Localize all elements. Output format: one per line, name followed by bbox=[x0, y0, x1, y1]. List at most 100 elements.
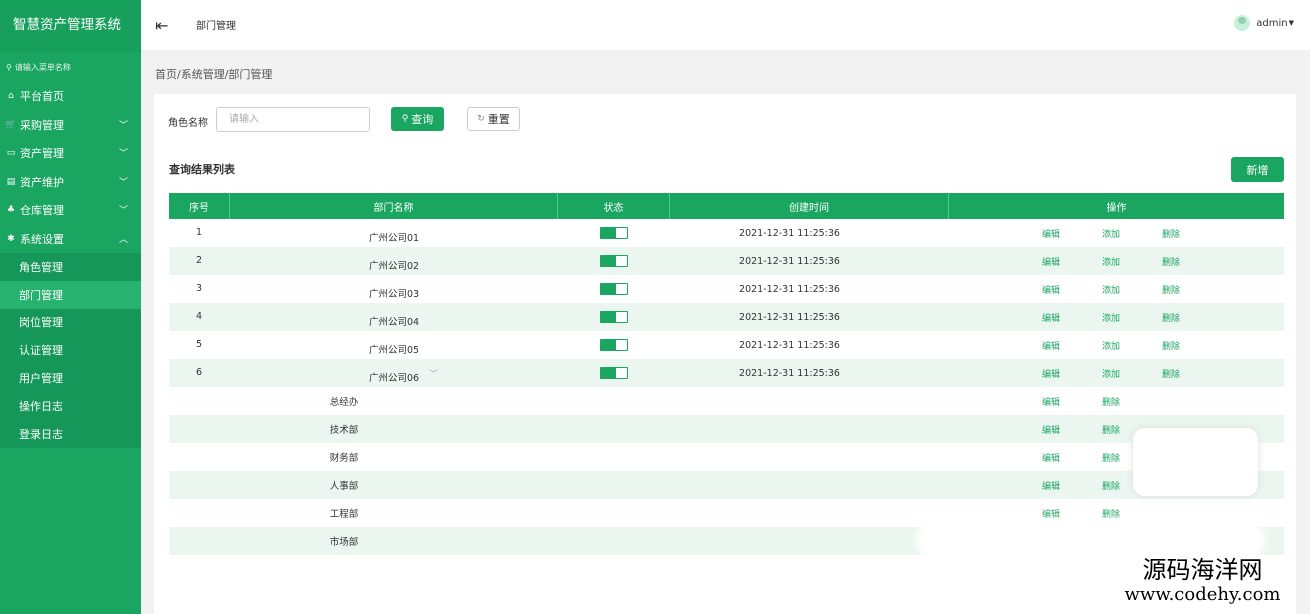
table-row: 4 广州公司04 2021-12-31 11:25:36 编辑 添加 删除 bbox=[169, 303, 1284, 331]
add-button[interactable]: 新增 bbox=[1231, 157, 1284, 182]
add-link[interactable]: 添加 bbox=[1102, 255, 1120, 268]
delete-link[interactable]: 删除 bbox=[1102, 395, 1120, 408]
status-toggle[interactable] bbox=[600, 255, 628, 267]
reset-button[interactable]: ↻ 重置 bbox=[467, 107, 520, 131]
sidebar-item-3[interactable]: ▤ 资产维护 ﹀ bbox=[0, 168, 141, 197]
status-toggle[interactable] bbox=[600, 283, 628, 295]
child-dept-name: 技术部 bbox=[329, 425, 359, 436]
table-body: 1 广州公司01 2021-12-31 11:25:36 编辑 添加 删除 2 广州公司02 2… bbox=[169, 219, 1284, 555]
cart-icon: 🛒 bbox=[5, 119, 17, 130]
sidebar-item-1[interactable]: 🛒 采购管理 ﹀ bbox=[0, 111, 141, 140]
sidebar: 智慧资产管理系统 ⚲ 请输入菜单名称 ⌂ 平台首页 🛒 采购管理 ﹀ ▭ 资产管理 ﹀ ▤ 资产维… bbox=[0, 0, 141, 614]
dept-name: 广州公司01 bbox=[368, 233, 420, 244]
search-icon: ⚲ bbox=[6, 62, 12, 72]
edit-link[interactable]: 编辑 bbox=[1042, 451, 1060, 464]
sidebar-item-5[interactable]: ✱ 系统设置 ︿ bbox=[0, 225, 141, 254]
add-link[interactable]: 添加 bbox=[1102, 283, 1120, 296]
table-child-row: 总经办 编辑 删除 bbox=[169, 387, 1284, 415]
edit-link[interactable]: 编辑 bbox=[1042, 367, 1060, 380]
user-menu[interactable]: admin ▼ bbox=[1234, 15, 1294, 31]
col-header-status: 状态 bbox=[558, 193, 670, 219]
query-button-label: 查询 bbox=[411, 113, 434, 126]
add-link[interactable]: 添加 bbox=[1102, 311, 1120, 324]
edit-link[interactable]: 编辑 bbox=[1042, 283, 1060, 296]
add-link[interactable]: 添加 bbox=[1102, 367, 1120, 380]
menu-search[interactable]: ⚲ 请输入菜单名称 bbox=[0, 52, 141, 82]
sidebar-item-0[interactable]: ⌂ 平台首页 bbox=[0, 82, 141, 111]
edit-link[interactable]: 编辑 bbox=[1042, 339, 1060, 352]
edit-link[interactable]: 编辑 bbox=[1042, 227, 1060, 240]
status-toggle[interactable] bbox=[600, 227, 628, 239]
delete-link[interactable]: 删除 bbox=[1102, 423, 1120, 436]
sidebar-item-label: 仓库管理 bbox=[20, 204, 64, 218]
caret-down-icon: ▼ bbox=[1288, 19, 1294, 27]
sidebar-menu: ⌂ 平台首页 🛒 采购管理 ﹀ ▭ 资产管理 ﹀ ▤ 资产维护 ﹀ ♣ 仓库管理 ﹀ ✱ 系统设置 ︿ 角色管理部… bbox=[0, 82, 141, 448]
created-time: 2021-12-31 11:25:36 bbox=[739, 283, 840, 295]
delete-link[interactable]: 删除 bbox=[1162, 339, 1180, 352]
sidebar-subitem-1[interactable]: 部门管理 bbox=[0, 280, 141, 309]
sidebar-item-label: 平台首页 bbox=[20, 90, 64, 104]
chevron-down-icon: ﹀ bbox=[118, 177, 128, 188]
sidebar-subitem-3[interactable]: 认证管理 bbox=[0, 336, 141, 365]
watermark-cn: 源码海洋网 bbox=[1142, 556, 1263, 584]
sidebar-subitem-4[interactable]: 用户管理 bbox=[0, 364, 141, 392]
sidebar-subitem-6[interactable]: 登录日志 bbox=[0, 419, 141, 448]
refresh-icon: ↻ bbox=[477, 114, 485, 124]
add-link[interactable]: 添加 bbox=[1102, 227, 1120, 240]
created-time-empty bbox=[670, 471, 949, 499]
sidebar-subitem-2[interactable]: 岗位管理 bbox=[0, 308, 141, 337]
edit-link[interactable]: 编辑 bbox=[1042, 395, 1060, 408]
row-no-empty bbox=[169, 387, 230, 415]
edit-link[interactable]: 编辑 bbox=[1042, 311, 1060, 324]
avatar bbox=[1234, 15, 1251, 31]
dept-name-cell: 广州公司04 bbox=[230, 303, 558, 331]
add-link[interactable]: 添加 bbox=[1102, 339, 1120, 352]
ops-cell: 编辑 添加 删除 bbox=[949, 331, 1284, 359]
created-time: 2021-12-31 11:25:36 bbox=[739, 227, 840, 239]
sidebar-item-2[interactable]: ▭ 资产管理 ﹀ bbox=[0, 139, 141, 168]
status-toggle[interactable] bbox=[600, 311, 628, 323]
role-name-input[interactable] bbox=[216, 107, 370, 132]
sidebar-subitem-5[interactable]: 操作日志 bbox=[0, 391, 141, 420]
sidebar-item-label: 系统设置 bbox=[20, 232, 64, 246]
created-time: 2021-12-31 11:25:36 bbox=[739, 311, 840, 323]
delete-link[interactable]: 删除 bbox=[1162, 367, 1180, 380]
table-row: 6 广州公司06 ﹀ 2021-12-31 11:25:36 编辑 添加 删除 bbox=[169, 359, 1284, 387]
delete-link[interactable]: 删除 bbox=[1162, 255, 1180, 268]
dept-name-cell: 广州公司06 ﹀ bbox=[230, 359, 558, 387]
row-no-empty bbox=[169, 415, 230, 443]
delete-link[interactable]: 删除 bbox=[1102, 507, 1120, 520]
watermark-glow bbox=[915, 520, 1265, 560]
status-cell-empty bbox=[558, 415, 670, 443]
menu-toggle-icon[interactable]: ⇤ bbox=[155, 16, 168, 35]
delete-link[interactable]: 删除 bbox=[1162, 311, 1180, 324]
edit-link[interactable]: 编辑 bbox=[1042, 423, 1060, 436]
sidebar-subitem-0[interactable]: 角色管理 bbox=[0, 253, 141, 281]
child-dept-name: 财务部 bbox=[329, 453, 359, 464]
created-time: 2021-12-31 11:25:36 bbox=[739, 367, 840, 379]
status-toggle[interactable] bbox=[600, 367, 628, 379]
chevron-down-icon[interactable]: ﹀ bbox=[429, 367, 438, 380]
created-time-empty bbox=[670, 415, 949, 443]
result-title: 查询结果列表 bbox=[169, 163, 235, 176]
ops-cell: 编辑 添加 删除 bbox=[949, 359, 1284, 387]
top-header: ⇤ 部门管理 admin ▼ bbox=[141, 0, 1310, 50]
status-cell-empty bbox=[558, 443, 670, 471]
edit-link[interactable]: 编辑 bbox=[1042, 507, 1060, 520]
dept-name: 广州公司06 bbox=[368, 373, 420, 384]
sidebar-item-4[interactable]: ♣ 仓库管理 ﹀ bbox=[0, 196, 141, 225]
dept-name-cell: 广州公司03 bbox=[230, 275, 558, 303]
delete-link[interactable]: 删除 bbox=[1162, 227, 1180, 240]
status-cell-empty bbox=[558, 387, 670, 415]
query-button[interactable]: ⚲ 查询 bbox=[391, 107, 444, 131]
edit-link[interactable]: 编辑 bbox=[1042, 479, 1060, 492]
dept-name-cell: 广州公司02 bbox=[230, 247, 558, 275]
status-toggle[interactable] bbox=[600, 339, 628, 351]
delete-link[interactable]: 删除 bbox=[1102, 479, 1120, 492]
delete-link[interactable]: 删除 bbox=[1162, 283, 1180, 296]
col-header-no: 序号 bbox=[169, 193, 230, 219]
delete-link[interactable]: 删除 bbox=[1102, 451, 1120, 464]
status-cell bbox=[558, 303, 670, 331]
edit-link[interactable]: 编辑 bbox=[1042, 255, 1060, 268]
dept-name: 广州公司02 bbox=[368, 261, 420, 272]
